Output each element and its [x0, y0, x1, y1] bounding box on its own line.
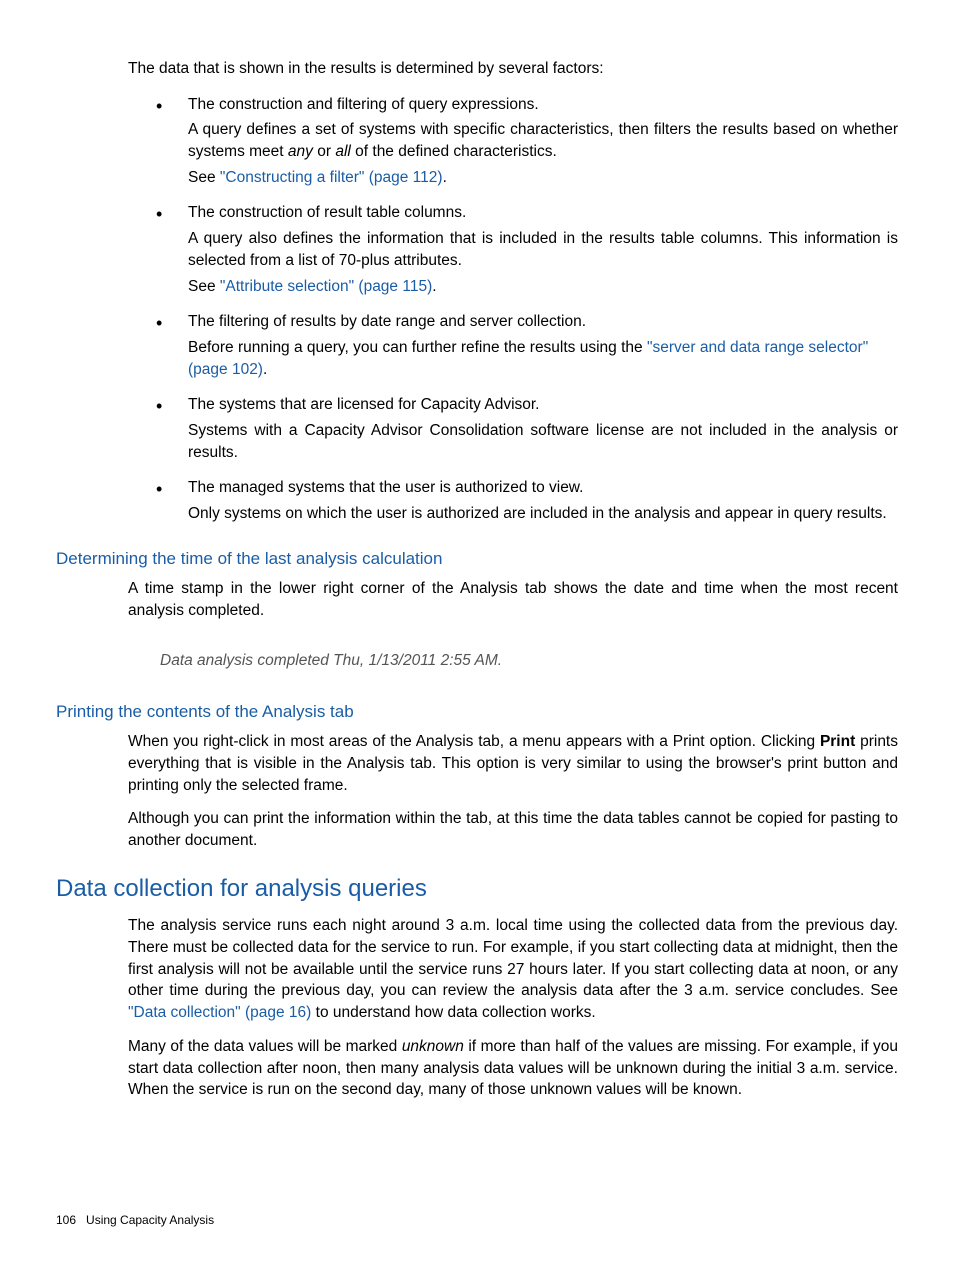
bullet-see: See "Constructing a filter" (page 112). [188, 167, 898, 189]
bullet-lead: The construction of result table columns… [188, 202, 898, 224]
bullet-body: A query also defines the information tha… [188, 228, 898, 271]
body-text: The analysis service runs each night aro… [128, 915, 898, 1023]
page-content: The data that is shown in the results is… [0, 0, 954, 1101]
list-item: The systems that are licensed for Capaci… [148, 394, 898, 463]
link-constructing-filter[interactable]: "Constructing a filter" (page 112) [220, 169, 443, 186]
bullet-lead: The filtering of results by date range a… [188, 311, 898, 333]
factors-list: The construction and filtering of query … [148, 94, 898, 525]
bullet-lead: The systems that are licensed for Capaci… [188, 394, 898, 416]
list-item: The construction and filtering of query … [148, 94, 898, 189]
link-attribute-selection[interactable]: "Attribute selection" (page 115) [220, 278, 432, 295]
bullet-see: See "Attribute selection" (page 115). [188, 276, 898, 298]
bullet-body: A query defines a set of systems with sp… [188, 119, 898, 162]
bullet-body: Only systems on which the user is author… [188, 503, 898, 525]
footer-label: Using Capacity Analysis [86, 1213, 214, 1227]
body-text: A time stamp in the lower right corner o… [128, 578, 898, 621]
body-text: Although you can print the information w… [128, 808, 898, 851]
intro-text: The data that is shown in the results is… [128, 58, 898, 80]
list-item: The filtering of results by date range a… [148, 311, 898, 380]
bullet-body: Systems with a Capacity Advisor Consolid… [188, 420, 898, 463]
list-item: The managed systems that the user is aut… [148, 477, 898, 524]
page-number: 106 [56, 1213, 76, 1227]
bullet-body: Before running a query, you can further … [188, 337, 898, 380]
subheading-printing: Printing the contents of the Analysis ta… [56, 700, 898, 724]
link-data-collection[interactable]: "Data collection" (page 16) [128, 1004, 311, 1021]
page-footer: 106 Using Capacity Analysis [56, 1212, 214, 1229]
body-text: Many of the data values will be marked u… [128, 1036, 898, 1101]
bullet-lead: The construction and filtering of query … [188, 94, 898, 116]
section-heading-data-collection: Data collection for analysis queries [56, 872, 898, 906]
body-text: When you right-click in most areas of th… [128, 731, 898, 796]
bullet-lead: The managed systems that the user is aut… [188, 477, 898, 499]
print-label: Print [820, 733, 855, 750]
list-item: The construction of result table columns… [148, 202, 898, 297]
subheading-timestamp: Determining the time of the last analysi… [56, 547, 898, 571]
timestamp-example: Data analysis completed Thu, 1/13/2011 2… [160, 650, 898, 672]
